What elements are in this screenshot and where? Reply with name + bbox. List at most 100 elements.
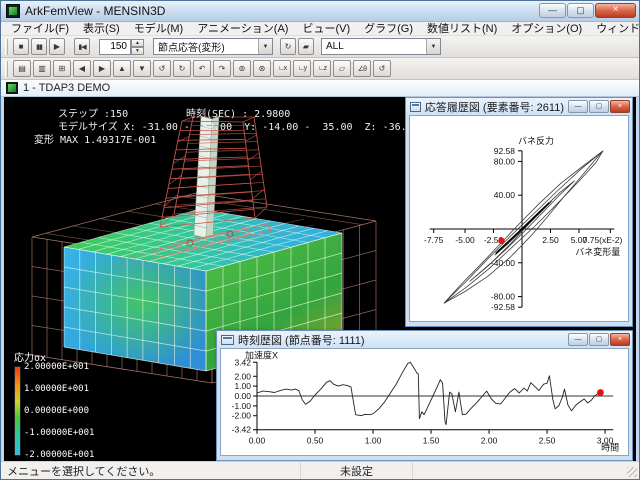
pan-left-button[interactable]: ◀ xyxy=(73,60,91,77)
go-to-start-button[interactable]: ▮◀ xyxy=(74,38,90,55)
rotate-left-button[interactable]: ↺ xyxy=(153,60,171,77)
view-reset-button[interactable]: ↺ xyxy=(373,60,391,77)
step-down-button[interactable]: ▼ xyxy=(131,47,144,55)
menu-display[interactable]: 表示(S) xyxy=(76,22,127,36)
svg-text:1.50: 1.50 xyxy=(423,436,440,446)
fit-view-button[interactable]: ⊞ xyxy=(53,60,71,77)
menu-model[interactable]: モデル(M) xyxy=(127,22,191,36)
rotate-right-button[interactable]: ↻ xyxy=(173,60,191,77)
menu-bar: ファイル(F)表示(S)モデル(M)アニメーション(A)ビュー(V)グラフ(G)… xyxy=(1,22,639,36)
target-filter-combo[interactable]: ALL ▼ xyxy=(321,38,441,55)
close-button[interactable]: × xyxy=(610,100,630,113)
menu-numeric-list[interactable]: 数値リスト(N) xyxy=(420,22,504,36)
legend-label: 2.00000E+001 xyxy=(24,362,94,372)
legend-label: 1.00000E+001 xyxy=(24,384,94,394)
hysteresis-window-titlebar[interactable]: 応答履歴図 (要素番号: 2611) — ▢ × xyxy=(406,98,632,115)
status-message: メニューを選択してください。 xyxy=(1,462,301,479)
svg-text:0.50: 0.50 xyxy=(307,436,324,446)
minimize-button[interactable]: — xyxy=(568,100,588,113)
resize-grip-icon[interactable] xyxy=(627,467,637,477)
maximize-button[interactable]: ▢ xyxy=(567,3,594,18)
maximize-button[interactable]: ▢ xyxy=(589,333,609,346)
view-z-axis-button[interactable]: ∟z xyxy=(313,60,331,77)
menu-window[interactable]: ウィンドウ(W) xyxy=(589,22,640,36)
svg-text:1.00: 1.00 xyxy=(234,381,251,391)
close-button[interactable]: × xyxy=(610,333,630,346)
response-type-combo[interactable]: 節点応答(変形) ▼ xyxy=(153,38,273,55)
menu-file[interactable]: ファイル(F) xyxy=(4,22,76,36)
chart-window-icon xyxy=(221,335,234,345)
svg-text:2.00: 2.00 xyxy=(234,371,251,381)
svg-text:1.00: 1.00 xyxy=(365,436,382,446)
svg-text:時間: 時間 xyxy=(601,443,619,453)
svg-text:7.75(xE-2): 7.75(xE-2) xyxy=(583,235,623,245)
time-history-window-titlebar[interactable]: 時刻歴図 (節点番号: 1111) — ▢ × xyxy=(217,331,632,348)
copy-window-button[interactable]: ▥ xyxy=(33,60,51,77)
pan-down-button[interactable]: ▼ xyxy=(133,60,151,77)
pan-right-button[interactable]: ▶ xyxy=(93,60,111,77)
model-viewport[interactable]: ステップ :150 時刻(SEC) : 2.9800 モデルサイズ X: -31… xyxy=(4,97,636,461)
minimize-button[interactable]: — xyxy=(568,333,588,346)
svg-text:-7.75: -7.75 xyxy=(424,235,444,245)
contour-button[interactable]: ▰ xyxy=(298,38,314,55)
view-angle-button[interactable]: ∠θ xyxy=(353,60,371,77)
svg-text:2.50: 2.50 xyxy=(539,436,556,446)
time-history-window-title: 時刻歴図 (節点番号: 1111) xyxy=(238,332,365,348)
hysteresis-window-title: 応答履歴図 (要素番号: 2611) xyxy=(425,99,564,115)
svg-text:2.00: 2.00 xyxy=(481,436,498,446)
svg-text:0.00: 0.00 xyxy=(249,436,266,446)
status-filler xyxy=(413,462,639,479)
menu-option[interactable]: オプション(O) xyxy=(504,22,589,36)
step-input[interactable] xyxy=(99,39,131,55)
svg-text:-80.00: -80.00 xyxy=(491,292,515,302)
minimize-button[interactable]: — xyxy=(539,3,566,18)
menu-view[interactable]: ビュー(V) xyxy=(295,22,357,36)
rotate-up-button[interactable]: ↶ xyxy=(193,60,211,77)
step-spinner: ▲ ▼ xyxy=(99,39,144,55)
app-icon xyxy=(6,4,20,18)
play-button[interactable]: ▶ xyxy=(49,38,65,55)
redraw-button[interactable]: ↻ xyxy=(280,38,296,55)
svg-text:40.00: 40.00 xyxy=(494,190,516,200)
hysteresis-window[interactable]: 応答履歴図 (要素番号: 2611) — ▢ × 92.5880.0040.00… xyxy=(405,97,633,327)
pause-button[interactable]: ▮▮ xyxy=(31,38,47,55)
svg-text:-5.00: -5.00 xyxy=(455,235,475,245)
hysteresis-chart: 92.5880.0040.00-40.00-80.00-92.58-7.75-5… xyxy=(410,116,629,321)
legend-label: -1.00000E+001 xyxy=(24,428,94,438)
spin-ccw-button[interactable]: ⊚ xyxy=(233,60,251,77)
rotate-down-button[interactable]: ↷ xyxy=(213,60,231,77)
step-up-button[interactable]: ▲ xyxy=(131,39,144,47)
status-mode: 未設定 xyxy=(301,462,413,479)
chart-window-icon xyxy=(410,102,421,112)
view-isometric-button[interactable]: ▱ xyxy=(333,60,351,77)
time-history-chart: 3.422.001.000.00-1.00-2.00-3.420.000.501… xyxy=(221,349,629,455)
svg-text:-1.00: -1.00 xyxy=(232,401,252,411)
close-button[interactable]: × xyxy=(595,3,636,18)
menu-animation[interactable]: アニメーション(A) xyxy=(190,22,295,36)
view-y-axis-button[interactable]: ∟y xyxy=(293,60,311,77)
svg-text:0.00: 0.00 xyxy=(234,391,251,401)
target-filter-value: ALL xyxy=(326,41,344,52)
legend-label: 0.00000E+000 xyxy=(24,406,94,416)
chevron-down-icon: ▼ xyxy=(426,39,440,54)
copy-model-view-button[interactable]: ▤ xyxy=(13,60,31,77)
svg-text:バネ変形量: バネ変形量 xyxy=(575,246,620,257)
chevron-down-icon: ▼ xyxy=(258,39,272,54)
menu-graph[interactable]: グラフ(G) xyxy=(357,22,420,36)
view-toolbar: ▤▥⊞◀▶▲▼↺↻↶↷⊚⊛∟x∟y∟z▱∠θ↺ xyxy=(1,58,639,80)
toolbar-grip xyxy=(5,61,8,77)
svg-text:-3.42: -3.42 xyxy=(232,425,252,435)
child-window-title: 1 - TDAP3 DEMO xyxy=(23,82,110,94)
child-window-titlebar[interactable]: 1 - TDAP3 DEMO xyxy=(1,80,639,97)
model-window-icon xyxy=(6,82,18,94)
window-title: ArkFemView - MENSIN3D xyxy=(25,4,539,18)
response-type-value: 節点応答(変形) xyxy=(158,39,225,54)
maximize-button[interactable]: ▢ xyxy=(589,100,609,113)
legend-label: -2.00000E+001 xyxy=(24,450,94,460)
stop-button[interactable]: ■ xyxy=(13,38,29,55)
svg-text:2.50: 2.50 xyxy=(542,235,559,245)
time-history-window[interactable]: 時刻歴図 (節点番号: 1111) — ▢ × 3.422.001.000.00… xyxy=(216,330,633,461)
view-x-axis-button[interactable]: ∟x xyxy=(273,60,291,77)
pan-up-button[interactable]: ▲ xyxy=(113,60,131,77)
spin-cw-button[interactable]: ⊛ xyxy=(253,60,271,77)
